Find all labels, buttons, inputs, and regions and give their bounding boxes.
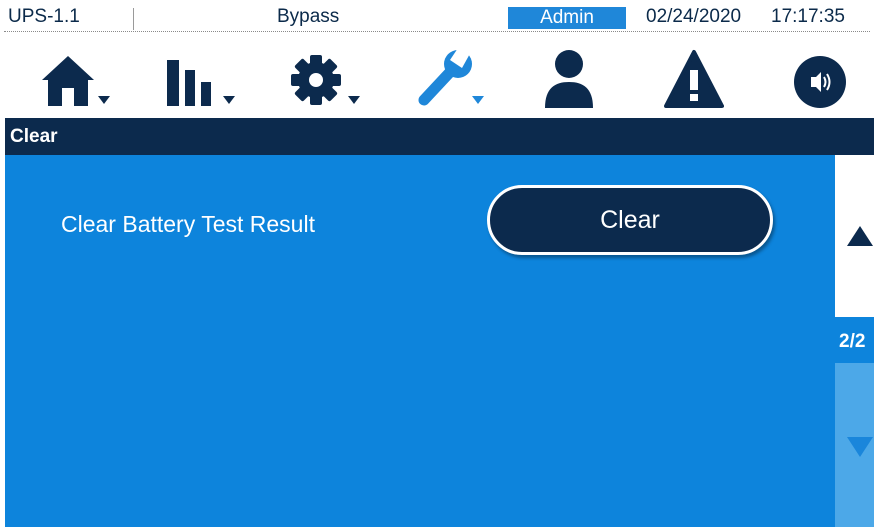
speaker-icon[interactable] xyxy=(790,46,850,110)
home-icon[interactable] xyxy=(40,46,120,110)
clear-button[interactable]: Clear xyxy=(487,185,773,255)
device-name: UPS-1.1 xyxy=(8,6,80,27)
arrow-up-icon xyxy=(847,226,873,246)
status-date: 02/24/2020 xyxy=(646,6,742,27)
status-time: 17:17:35 xyxy=(771,6,845,27)
content-panel: Clear Battery Test Result Clear xyxy=(5,155,835,527)
main-toolbar xyxy=(0,38,874,116)
arrow-down-icon xyxy=(847,437,873,457)
page-title-bar: Clear xyxy=(5,118,874,155)
page-number: 2/2 xyxy=(839,331,866,352)
status-divider xyxy=(133,8,134,30)
warning-icon[interactable] xyxy=(664,46,724,110)
page-up-button[interactable] xyxy=(835,155,874,317)
operating-mode: Bypass xyxy=(277,6,340,27)
clear-battery-test-label: Clear Battery Test Result xyxy=(61,211,315,237)
gear-icon[interactable] xyxy=(290,46,370,110)
user-badge[interactable]: Admin xyxy=(508,7,626,29)
bar-chart-icon[interactable] xyxy=(165,46,245,110)
pager: 2/2 xyxy=(835,155,874,527)
page-down-button[interactable] xyxy=(835,363,874,527)
user-icon[interactable] xyxy=(543,46,599,110)
wrench-icon[interactable] xyxy=(414,46,494,110)
page-indicator: 2/2 xyxy=(835,317,874,363)
status-bar: UPS-1.1 Bypass Admin 02/24/2020 17:17:35 xyxy=(0,0,874,34)
page-title: Clear xyxy=(10,126,58,147)
status-bar-divider xyxy=(4,31,870,32)
